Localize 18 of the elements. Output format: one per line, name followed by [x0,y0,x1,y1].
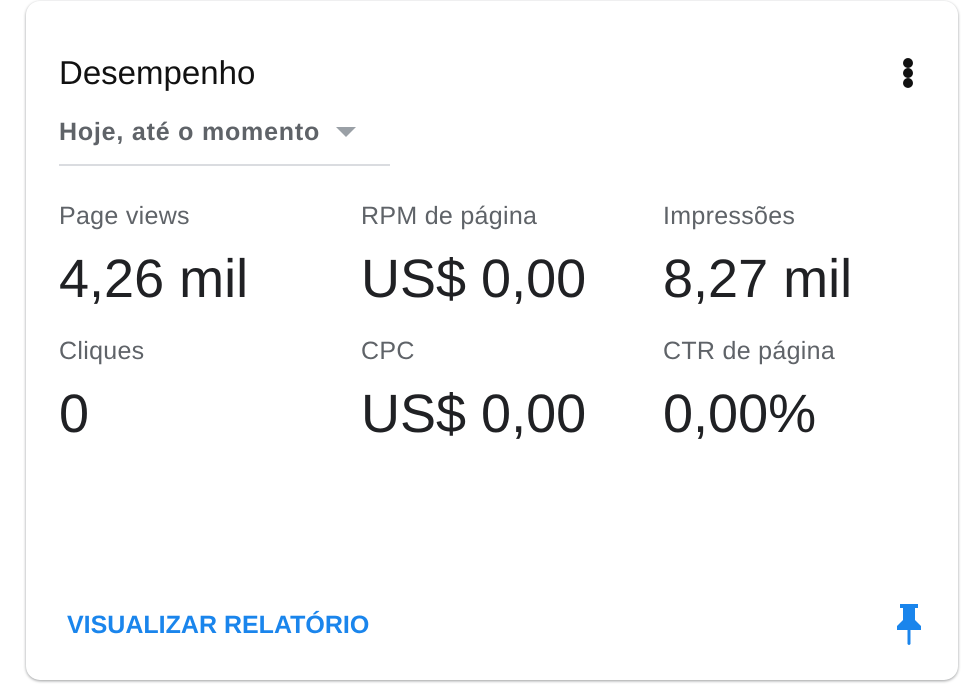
metric-value: 4,26 mil [59,249,248,309]
metric-label: RPM de página [361,201,538,231]
metric-label: Page views [59,201,190,231]
metric-value: US$ 0,00 [361,249,586,309]
card-title: Desempenho [59,53,256,93]
metric-value: 0,00% [663,384,816,444]
more-options-icon[interactable] [903,58,913,88]
metric-value: 0 [59,384,90,444]
metric-label: Cliques [59,336,144,366]
metric-label: CTR de página [663,336,836,366]
date-range-dropdown[interactable]: Hoje, até o momento [59,117,390,166]
view-report-link[interactable]: VISUALIZAR RELATÓRIO [59,602,378,648]
metric-value: US$ 0,00 [361,384,586,444]
metric-label: Impressões [663,201,796,231]
pin-icon[interactable] [896,604,922,646]
metric-value: 8,27 mil [663,249,852,309]
caret-icon [336,127,356,137]
metric-label: CPC [361,336,415,366]
